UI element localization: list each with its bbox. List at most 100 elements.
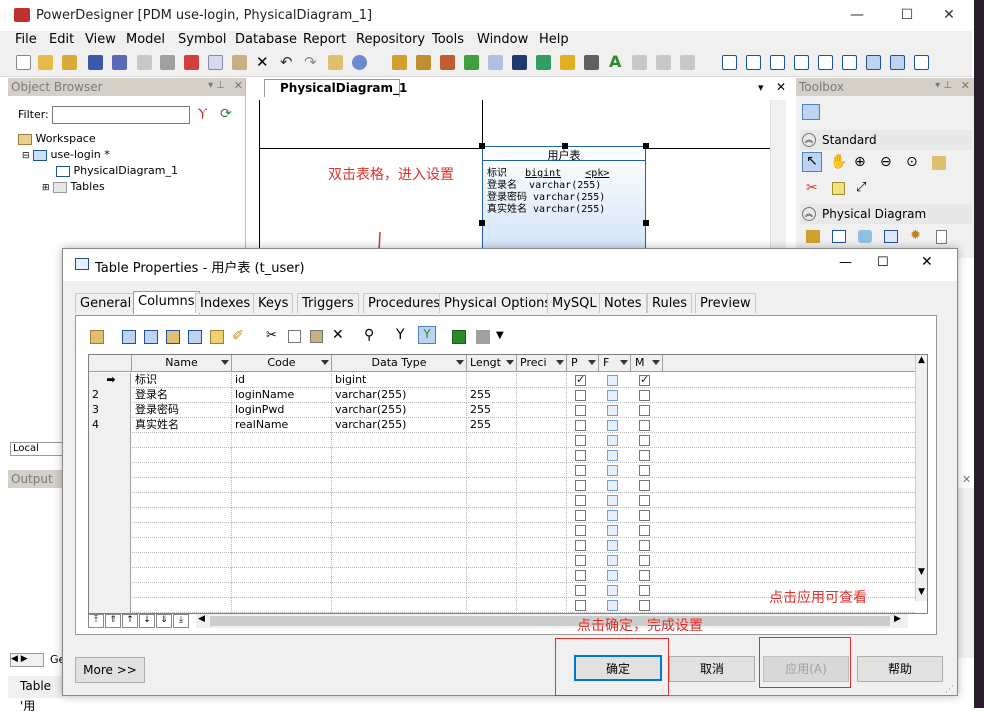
cell-type[interactable] — [332, 448, 467, 463]
checkbox-f[interactable] — [607, 510, 618, 521]
checkbox-m[interactable] — [639, 390, 650, 401]
tab-indexes[interactable]: Indexes — [195, 293, 256, 313]
cell-type[interactable] — [332, 508, 467, 523]
cell-name[interactable]: 真实姓名 — [132, 418, 232, 433]
compare-icon[interactable] — [440, 55, 455, 70]
header-name[interactable]: Name — [132, 355, 232, 372]
properties-icon[interactable] — [328, 55, 343, 70]
menu-view[interactable]: View — [85, 32, 116, 47]
checkbox-f[interactable] — [607, 585, 618, 596]
checkbox-f[interactable] — [607, 480, 618, 491]
font-icon[interactable]: A — [609, 52, 621, 71]
header-mandatory[interactable]: M — [631, 355, 663, 372]
table-row[interactable] — [89, 433, 915, 448]
save-all-icon[interactable] — [112, 55, 127, 70]
cell-code[interactable] — [232, 508, 332, 523]
menu-repository[interactable]: Repository — [356, 32, 425, 47]
grid-icon[interactable] — [536, 55, 551, 70]
row-number[interactable] — [89, 538, 131, 553]
row-number[interactable] — [89, 598, 131, 613]
scroll-up-icon[interactable]: ▲ — [918, 355, 925, 365]
checkbox-m[interactable] — [639, 495, 650, 506]
move-bottom-button[interactable]: ⤓ — [173, 614, 189, 628]
menu-window[interactable]: Window — [477, 32, 528, 47]
menu-help[interactable]: Help — [539, 32, 569, 47]
cell-len[interactable] — [467, 448, 517, 463]
new-icon[interactable] — [16, 55, 31, 70]
checkbox-f[interactable] — [607, 375, 618, 386]
resize-grip-icon[interactable]: ⋰ — [945, 685, 954, 695]
cell-name[interactable]: 标识 — [132, 373, 232, 388]
cell-code[interactable] — [232, 433, 332, 448]
toolbox-view-icons-icon[interactable] — [802, 104, 820, 120]
checkbox-p[interactable] — [575, 420, 586, 431]
add-column-icon[interactable] — [166, 330, 180, 344]
checkbox-p[interactable] — [575, 525, 586, 536]
grid-copy-icon[interactable] — [288, 330, 301, 343]
zoom-out-icon[interactable]: ⊖ — [880, 154, 892, 170]
cell-len[interactable] — [467, 598, 517, 613]
toolbox-view-list-icon[interactable] — [828, 104, 844, 120]
checkbox-m[interactable] — [639, 555, 650, 566]
ok-button[interactable]: 确定 — [574, 655, 662, 681]
checkbox-m[interactable] — [639, 450, 650, 461]
diagram-tool-9-icon[interactable] — [914, 55, 929, 70]
diagram-tool-5-icon[interactable] — [818, 55, 833, 70]
cell-len[interactable] — [467, 373, 517, 388]
redo-icon[interactable]: ↷ — [304, 53, 317, 71]
move-top-button[interactable]: ⤒ — [88, 614, 104, 628]
checkbox-p[interactable] — [575, 450, 586, 461]
properties-tool-icon[interactable] — [932, 156, 946, 170]
cell-type[interactable] — [332, 583, 467, 598]
checkbox-f[interactable] — [607, 525, 618, 536]
checkbox-p[interactable] — [575, 480, 586, 491]
print-preview-icon[interactable] — [137, 55, 152, 70]
scroll-thumb[interactable] — [210, 616, 890, 626]
add-attributes-icon[interactable] — [188, 330, 202, 344]
note-tool-icon[interactable] — [832, 182, 845, 195]
grid-cut-icon[interactable]: ✂ — [266, 328, 277, 343]
undo-icon[interactable]: ↶ — [280, 53, 293, 71]
cell-code[interactable] — [232, 583, 332, 598]
tab-physical-options[interactable]: Physical Options — [439, 293, 557, 313]
filter-refresh-icon[interactable]: ⟳ — [220, 106, 232, 122]
checkbox-f[interactable] — [607, 465, 618, 476]
impact-icon[interactable] — [488, 55, 503, 70]
diagram-vscroll[interactable] — [770, 100, 786, 260]
tab-general[interactable]: General — [75, 293, 137, 313]
package-tool-icon[interactable] — [806, 230, 820, 243]
filter-dropdown-icon[interactable] — [556, 360, 564, 365]
row-number[interactable] — [89, 478, 131, 493]
filter-icon[interactable]: Y — [396, 327, 405, 343]
cell-prec[interactable] — [517, 538, 567, 553]
checkbox-f[interactable] — [607, 555, 618, 566]
checkbox-p[interactable] — [575, 435, 586, 446]
forward-icon[interactable] — [656, 55, 671, 70]
cell-code[interactable] — [232, 448, 332, 463]
table-row[interactable] — [89, 493, 915, 508]
cell-type[interactable]: bigint — [332, 373, 467, 388]
open-icon[interactable] — [38, 55, 53, 70]
cell-len[interactable]: 255 — [467, 388, 517, 403]
checkbox-f[interactable] — [607, 600, 618, 611]
checkbox-p[interactable] — [575, 495, 586, 506]
diagram-close-icon[interactable]: ✕ — [776, 80, 786, 94]
selection-handle[interactable] — [643, 220, 649, 226]
table-row[interactable] — [89, 568, 915, 583]
view-tool-icon[interactable] — [858, 230, 872, 243]
cell-type[interactable]: varchar(255) — [332, 388, 467, 403]
checkbox-f[interactable] — [607, 540, 618, 551]
cell-len[interactable] — [467, 463, 517, 478]
cancel-button[interactable]: 取消 — [669, 656, 755, 682]
table-row[interactable]: 2 登录名 loginName varchar(255) 255 — [89, 388, 915, 403]
table-row[interactable] — [89, 538, 915, 553]
checkbox-f[interactable] — [607, 435, 618, 446]
grid-delete-icon[interactable]: ✕ — [332, 327, 344, 343]
cell-len[interactable] — [467, 478, 517, 493]
tab-physical-diagram[interactable]: PhysicalDiagram_1 — [264, 79, 407, 97]
save-icon[interactable] — [88, 55, 103, 70]
cell-prec[interactable] — [517, 403, 567, 418]
cell-name[interactable]: 登录名 — [132, 388, 232, 403]
generate-icon[interactable] — [392, 55, 407, 70]
filter-dropdown-icon[interactable] — [221, 360, 229, 365]
